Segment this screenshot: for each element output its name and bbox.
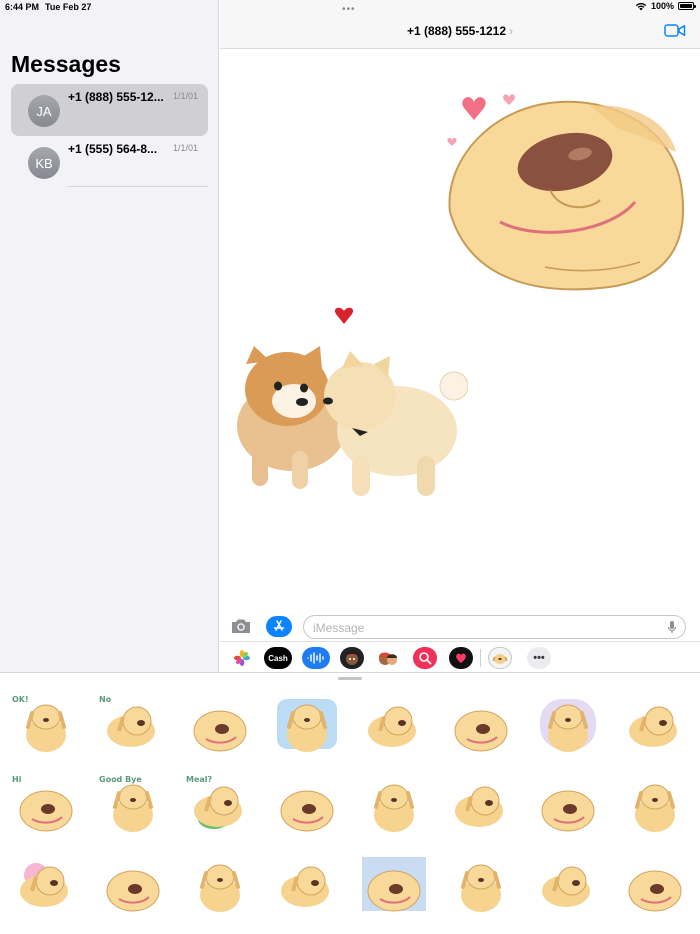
sticker-caption: Good Bye (99, 775, 142, 784)
conversation-name: +1 (555) 564-8... (68, 142, 158, 156)
conversation-row-ja[interactable]: JA +1 (888) 555-12... 1/1/01 (11, 84, 208, 136)
sticker-caption: No (99, 695, 112, 704)
sticker-item[interactable]: Hi (10, 773, 82, 835)
status-indicators: 100% (635, 1, 696, 11)
memoji-stickers-app-icon[interactable] (376, 647, 400, 669)
list-divider (68, 186, 208, 187)
sticker-caption: OK! (12, 695, 29, 704)
camera-icon[interactable] (230, 617, 252, 635)
sticker-item[interactable] (271, 853, 343, 915)
sticker-panel: OK! No Hi Good Bye Meal? (0, 672, 700, 934)
memoji-app-icon[interactable] (340, 647, 364, 669)
status-date: Tue Feb 27 (45, 2, 92, 12)
app-drawer-separator (480, 649, 481, 667)
sticker-item[interactable] (445, 693, 517, 755)
sticker-item[interactable] (445, 853, 517, 915)
sidebar-title: Messages (11, 51, 121, 77)
contact-name: +1 (888) 555-1212 (406, 24, 507, 38)
sticker-item[interactable] (184, 693, 256, 755)
sticker-item[interactable] (97, 853, 169, 915)
more-apps-icon[interactable]: ••• (527, 647, 551, 669)
sticker-item[interactable] (10, 853, 82, 915)
app-store-icon (273, 620, 285, 631)
sticker-item[interactable] (619, 773, 691, 835)
apple-cash-label: Cash (268, 653, 288, 663)
sticker-caption: Meal? (186, 775, 213, 784)
battery-icon (678, 2, 696, 10)
shiba-kiss-sticker-message[interactable] (232, 306, 468, 502)
conversation-name: +1 (888) 555-12... (68, 90, 164, 104)
sticker-item[interactable] (619, 853, 691, 915)
sticker-item[interactable]: Good Bye (97, 773, 169, 835)
sticker-item[interactable]: OK! (10, 693, 82, 755)
sticker-item[interactable] (271, 693, 343, 755)
conversation-row-kb[interactable]: KB +1 (555) 564-8... 1/1/01 (11, 136, 208, 188)
microphone-icon[interactable] (667, 620, 677, 634)
avatar: KB (28, 147, 60, 179)
sticker-item[interactable] (532, 693, 604, 755)
imessage-input[interactable]: iMessage (303, 615, 686, 639)
conversation-date: 1/1/01 (172, 91, 198, 101)
avatar: JA (28, 95, 60, 127)
imessage-app-drawer: Cash ••• (220, 641, 700, 672)
status-bar: 6:44 PM Tue Feb 27 100% (0, 0, 700, 14)
sticker-item[interactable] (358, 853, 430, 915)
facetime-video-icon[interactable] (664, 23, 686, 38)
sticker-item[interactable]: No (97, 693, 169, 755)
sticker-item[interactable] (271, 773, 343, 835)
conversation-list-sidebar: Messages JA +1 (888) 555-12... 1/1/01 KB… (0, 0, 219, 672)
digital-touch-app-icon[interactable] (449, 647, 473, 669)
wifi-icon (635, 2, 647, 10)
chevron-right-icon: › (509, 24, 514, 38)
sticker-item[interactable] (619, 693, 691, 755)
sticker-item[interactable] (445, 773, 517, 835)
dog-sticker-app-icon[interactable] (488, 647, 512, 669)
sticker-item[interactable] (358, 773, 430, 835)
conversation-date: 1/1/01 (172, 143, 198, 153)
image-search-app-icon[interactable] (413, 647, 437, 669)
sticker-item[interactable] (184, 853, 256, 915)
imessage-placeholder: iMessage (313, 621, 365, 635)
sticker-caption: Hi (12, 775, 22, 784)
battery-percentage: 100% (650, 1, 674, 11)
panel-grabber[interactable] (338, 677, 362, 680)
photos-app-icon[interactable] (230, 647, 254, 669)
status-time: 6:44 PM (5, 2, 40, 12)
sticker-item[interactable]: Meal? (184, 773, 256, 835)
sticker-item[interactable] (358, 693, 430, 755)
dog-face-sticker-message[interactable] (440, 92, 688, 297)
contact-title[interactable]: +1 (888) 555-1212 › (220, 24, 700, 38)
apple-cash-app-icon[interactable]: Cash (264, 647, 292, 669)
sticker-item[interactable] (532, 853, 604, 915)
audio-message-app-icon[interactable] (302, 647, 330, 669)
sticker-item[interactable] (532, 773, 604, 835)
app-store-button[interactable] (266, 616, 292, 637)
